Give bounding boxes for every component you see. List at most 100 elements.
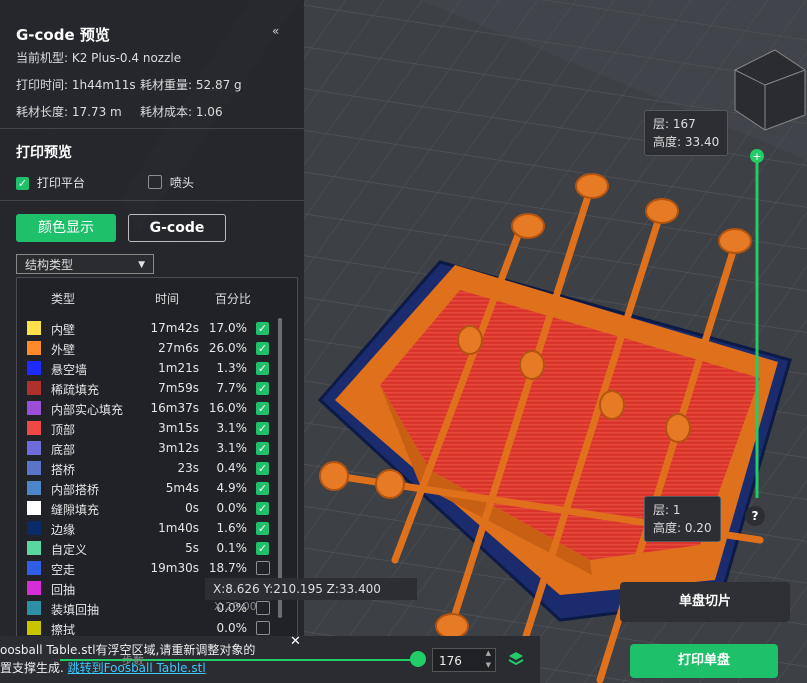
- slice-plate-button[interactable]: 单盘切片: [620, 582, 790, 622]
- layer-scrub-handle[interactable]: [410, 651, 426, 667]
- print-plate-button[interactable]: 打印单盘: [630, 644, 778, 678]
- legend-row-time: 27m6s: [158, 341, 199, 355]
- legend-row-name: 边缘: [51, 523, 76, 537]
- color-swatch: [27, 561, 41, 575]
- color-swatch: [27, 441, 41, 455]
- legend-row-name: 自定义: [51, 543, 88, 557]
- legend-row-name: 外壁: [51, 343, 76, 357]
- checkbox-checked-icon[interactable]: ✓: [256, 322, 269, 335]
- notice-link[interactable]: 跳转到Foosball Table.stl: [68, 661, 206, 675]
- legend-row-checkbox[interactable]: [256, 561, 270, 578]
- checkbox-checked-icon[interactable]: ✓: [256, 542, 269, 555]
- legend-row-checkbox[interactable]: [256, 601, 270, 618]
- spin-arrows-icon[interactable]: ▲ ▼: [486, 647, 491, 671]
- legend-row: 稀疏填充 7m59s 7.7% ✓: [17, 378, 277, 398]
- close-icon[interactable]: ✕: [290, 634, 301, 649]
- color-display-button[interactable]: 颜色显示: [16, 214, 116, 242]
- checkbox-checked-icon[interactable]: ✓: [256, 442, 269, 455]
- checkbox-checked-icon[interactable]: ✓: [256, 502, 269, 515]
- legend-row-time: 3m15s: [158, 421, 199, 435]
- legend-row-percent: 16.0%: [208, 401, 247, 415]
- legend-row-time: 17m42s: [150, 321, 199, 335]
- legend-row-checkbox[interactable]: ✓: [256, 481, 269, 495]
- checkbox-checked-icon[interactable]: ✓: [256, 422, 269, 435]
- legend-row: 内部实心填充 16m37s 16.0% ✓: [17, 398, 277, 418]
- color-swatch: [27, 381, 41, 395]
- legend-row-name: 空走: [51, 563, 76, 577]
- legend-row-percent: 7.7%: [216, 381, 248, 395]
- layer-top-info: 层: 167 高度: 33.40: [644, 110, 729, 156]
- legend-row: 底部 3m12s 3.1% ✓: [17, 438, 277, 458]
- checkbox-checked-icon[interactable]: ✓: [256, 462, 269, 475]
- chevron-down-icon: ▼: [138, 260, 145, 270]
- legend-row-name: 底部: [51, 443, 76, 457]
- layers-icon[interactable]: [508, 651, 524, 667]
- checkbox-unchecked-icon[interactable]: [256, 621, 270, 635]
- cursor-coordinates: X:8.626 Y:210.195 Z:33.400: [205, 578, 417, 600]
- legend-row-checkbox[interactable]: ✓: [256, 361, 269, 375]
- legend-row-checkbox[interactable]: ✓: [256, 341, 269, 355]
- checkbox-unchecked-icon[interactable]: [256, 601, 270, 615]
- color-swatch: [27, 621, 41, 635]
- legend-row-name: 回抽: [51, 583, 76, 597]
- legend-row-checkbox[interactable]: ✓: [256, 461, 269, 475]
- checkbox-checked-icon[interactable]: ✓: [256, 522, 269, 535]
- nozzle-label: 喷头: [169, 176, 194, 190]
- color-swatch: [27, 481, 41, 495]
- legend-row-time: 16m37s: [150, 401, 199, 415]
- color-swatch: [27, 521, 41, 535]
- legend-row-percent: 3.1%: [216, 441, 248, 455]
- collapse-panel-icon[interactable]: «: [272, 24, 279, 38]
- help-icon[interactable]: ?: [745, 506, 765, 526]
- legend-row-time: 1m21s: [158, 361, 199, 375]
- legend-row-checkbox[interactable]: ✓: [256, 441, 269, 455]
- gcode-button[interactable]: G-code: [128, 214, 226, 242]
- legend-row-percent: 0.0%: [216, 501, 248, 515]
- legend-scrollbar[interactable]: [278, 318, 282, 618]
- legend-row-name: 装填回抽: [51, 603, 100, 617]
- legend-row-checkbox[interactable]: ✓: [256, 541, 269, 555]
- legend-row-time: 1m40s: [158, 521, 199, 535]
- legend-row-checkbox[interactable]: ✓: [256, 401, 269, 415]
- legend-row-name: 悬空墙: [51, 363, 88, 377]
- color-swatch: [27, 321, 41, 335]
- structure-type-select[interactable]: 结构类型 ▼: [16, 254, 154, 274]
- checkbox-unchecked-icon[interactable]: [148, 175, 162, 189]
- checkbox-checked-icon[interactable]: ✓: [256, 362, 269, 375]
- legend-row: 边缘 1m40s 1.6% ✓: [17, 518, 277, 538]
- legend-row-name: 内部搭桥: [51, 483, 100, 497]
- legend-row-checkbox[interactable]: ✓: [256, 421, 269, 435]
- legend-row-checkbox[interactable]: ✓: [256, 501, 269, 515]
- legend-row-checkbox[interactable]: ✓: [256, 381, 269, 395]
- coordinates-overlay: X:20.00: [214, 600, 257, 613]
- legend-row-checkbox[interactable]: ✓: [256, 321, 269, 335]
- legend-row-name: 内壁: [51, 323, 76, 337]
- color-swatch: [27, 361, 41, 375]
- legend-row: 顶部 3m15s 3.1% ✓: [17, 418, 277, 438]
- layer-bottom-height: 高度: 0.20: [653, 521, 712, 535]
- checkbox-checked-icon[interactable]: ✓: [16, 177, 29, 190]
- layer-spinbox[interactable]: 176 ▲ ▼: [432, 648, 496, 672]
- legend-row-name: 稀疏填充: [51, 383, 100, 397]
- print-bed-toggle[interactable]: ✓ 打印平台: [16, 174, 85, 191]
- checkbox-checked-icon[interactable]: ✓: [256, 342, 269, 355]
- legend-row: 外壁 27m6s 26.0% ✓: [17, 338, 277, 358]
- legend-row-time: 5s: [185, 541, 199, 555]
- checkbox-checked-icon[interactable]: ✓: [256, 482, 269, 495]
- legend-row: 缝隙填充 0s 0.0% ✓: [17, 498, 277, 518]
- layer-bottom-number: 层: 1: [653, 503, 681, 517]
- print-preview-heading: 打印预览: [16, 145, 72, 161]
- legend-row-checkbox[interactable]: ✓: [256, 521, 269, 535]
- legend-row: 悬空墙 1m21s 1.3% ✓: [17, 358, 277, 378]
- legend-row-percent: 3.1%: [216, 421, 248, 435]
- checkbox-checked-icon[interactable]: ✓: [256, 402, 269, 415]
- legend-row-time: 19m30s: [150, 561, 199, 575]
- checkbox-unchecked-icon[interactable]: [256, 561, 270, 575]
- structure-type-value: 结构类型: [25, 258, 74, 272]
- legend-row-percent: 17.0%: [208, 321, 247, 335]
- col-header-percent: 百分比: [215, 292, 252, 306]
- legend-row-percent: 0.4%: [216, 461, 248, 475]
- filament-weight-label: 耗材重量: 52.87 g: [140, 78, 242, 92]
- checkbox-checked-icon[interactable]: ✓: [256, 382, 269, 395]
- nozzle-toggle[interactable]: 喷头: [148, 174, 194, 191]
